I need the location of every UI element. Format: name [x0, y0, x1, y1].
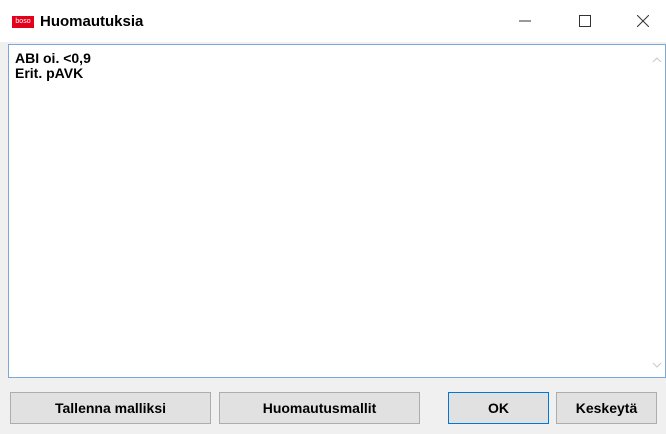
scroll-up-button[interactable]	[648, 51, 665, 68]
close-button[interactable]	[620, 0, 666, 42]
notes-content: ABI oi. <0,9 Erit. pAVK	[15, 51, 641, 81]
close-icon	[637, 15, 649, 27]
notes-line: Erit. pAVK	[15, 65, 84, 81]
vertical-scrollbar[interactable]	[648, 45, 665, 377]
maximize-button[interactable]	[562, 0, 608, 42]
boso-logo-icon: boso	[12, 16, 34, 28]
note-templates-button[interactable]: Huomautusmallit	[219, 392, 420, 424]
notes-textarea[interactable]: ABI oi. <0,9 Erit. pAVK	[8, 44, 666, 378]
minimize-icon	[519, 20, 531, 22]
scroll-down-button[interactable]	[648, 356, 665, 373]
minimize-button[interactable]	[502, 0, 548, 42]
ok-button[interactable]: OK	[448, 392, 549, 424]
save-as-template-button[interactable]: Tallenna malliksi	[10, 392, 211, 424]
chevron-down-icon	[652, 362, 661, 368]
window-title: Huomautuksia	[40, 13, 144, 30]
cancel-button[interactable]: Keskeytä	[556, 392, 657, 424]
title-bar[interactable]: boso Huomautuksia	[0, 0, 666, 42]
notes-dialog: boso Huomautuksia ABI oi. <0,9 Erit. pAV…	[0, 0, 666, 434]
chevron-up-icon	[652, 56, 661, 62]
notes-line: ABI oi. <0,9	[15, 50, 91, 66]
maximize-icon	[579, 15, 591, 27]
